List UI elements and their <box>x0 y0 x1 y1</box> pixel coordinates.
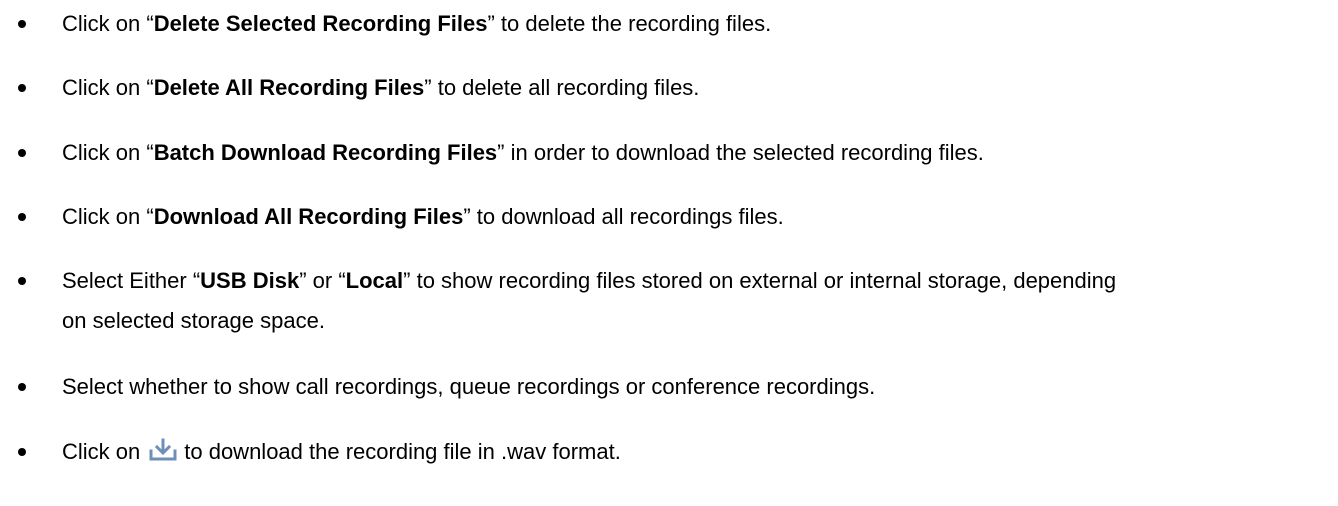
item-text: Click on “Download All Recording Files” … <box>62 204 784 229</box>
batch-download-recording-files-label: Batch Download Recording Files <box>153 140 498 165</box>
usb-disk-label: USB Disk <box>200 268 300 293</box>
item-text: Select whether to show call recordings, … <box>62 374 876 399</box>
download-icon <box>148 438 178 469</box>
item-text: Click on “Delete Selected Recording File… <box>62 11 772 36</box>
bullet <box>18 84 26 92</box>
bullet <box>18 277 26 285</box>
item-text-continued: on selected storage space. <box>62 308 325 333</box>
item-text: Select Either “USB Disk” or “Local” to s… <box>62 268 1117 293</box>
bullet <box>18 213 26 221</box>
delete-selected-recording-files-label: Delete Selected Recording Files <box>153 11 488 36</box>
delete-all-recording-files-label: Delete All Recording Files <box>153 75 425 100</box>
bullet <box>18 20 26 28</box>
download-all-recording-files-label: Download All Recording Files <box>153 204 464 229</box>
bullet <box>18 448 26 456</box>
item-text: Click on “Delete All Recording Files” to… <box>62 75 700 100</box>
bullet <box>18 383 26 391</box>
bullet <box>18 149 26 157</box>
local-label: Local <box>345 268 404 293</box>
item-text: Click on to download the recording file i… <box>62 438 621 469</box>
item-text: Click on “Batch Download Recording Files… <box>62 140 984 165</box>
